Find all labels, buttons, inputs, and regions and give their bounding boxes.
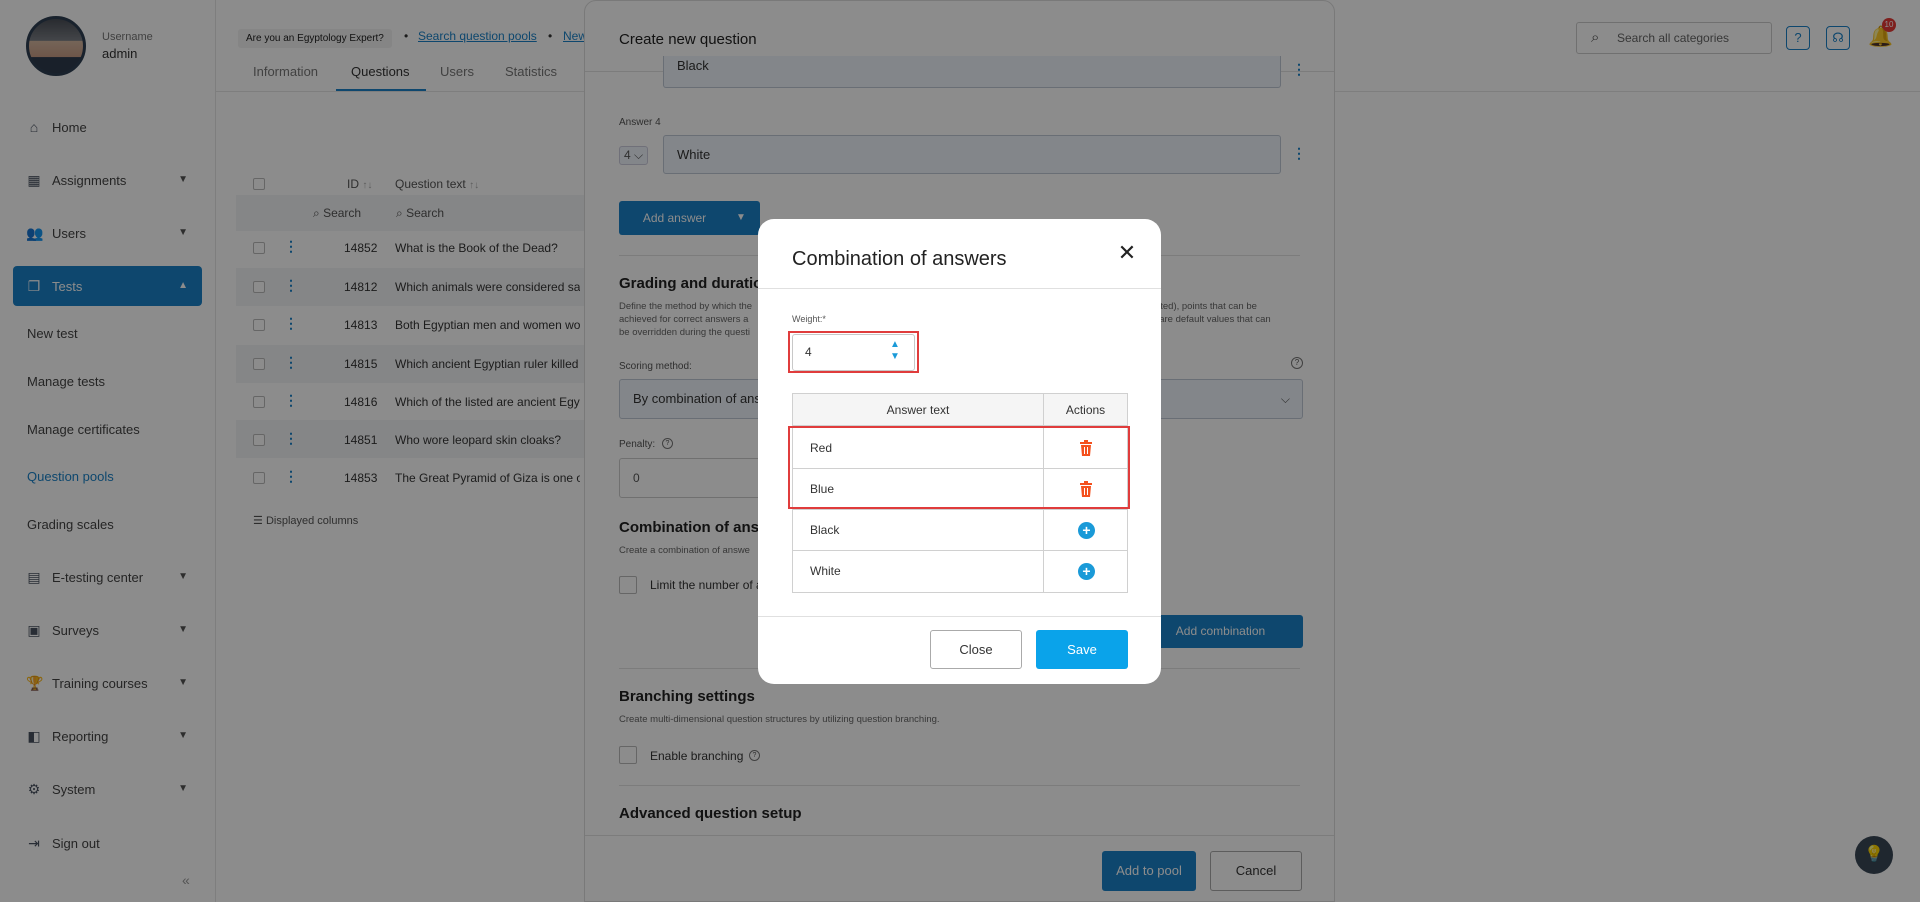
- divider: [758, 288, 1161, 289]
- close-icon[interactable]: ✕: [1115, 241, 1139, 265]
- row-divider: [793, 550, 1127, 551]
- add-circle-icon[interactable]: +: [1078, 563, 1095, 580]
- modal-title: Combination of answers: [792, 248, 1007, 270]
- column-header-actions: Actions: [1043, 394, 1127, 426]
- column-header-answer: Answer text: [793, 394, 1043, 426]
- save-button[interactable]: Save: [1036, 630, 1128, 669]
- close-button[interactable]: Close: [930, 630, 1022, 669]
- add-circle-icon[interactable]: +: [1078, 522, 1095, 539]
- weight-label: Weight:*: [792, 314, 826, 324]
- selected-answers-highlight: [788, 426, 1130, 509]
- answer-text: Black: [810, 523, 840, 537]
- weight-highlight: [788, 331, 919, 373]
- divider: [758, 616, 1161, 617]
- answer-text: White: [810, 564, 841, 578]
- row-divider: [793, 509, 1127, 510]
- combination-modal: Combination of answers ✕ Weight:* 4 ▲ ▼ …: [758, 219, 1161, 684]
